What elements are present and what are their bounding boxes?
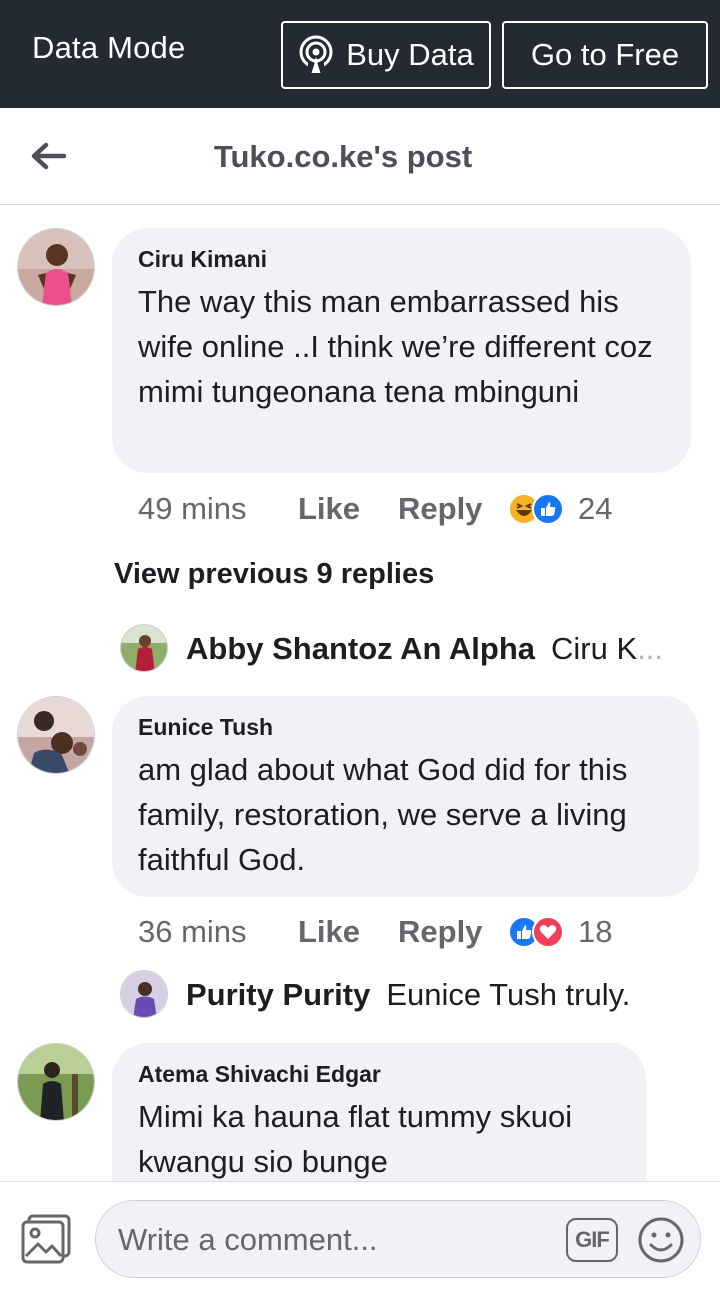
gif-button[interactable]: GIF bbox=[566, 1218, 618, 1262]
reaction-summary[interactable] bbox=[508, 493, 564, 525]
emoji-button[interactable] bbox=[636, 1215, 686, 1265]
photo-icon bbox=[21, 1214, 71, 1264]
comment-author[interactable]: Eunice Tush bbox=[138, 714, 673, 741]
reply-row: Abby Shantoz An Alpha Ciru K... bbox=[186, 624, 663, 674]
reply-author[interactable]: Purity Purity bbox=[186, 977, 370, 1013]
reply-text[interactable]: Eunice Tush truly. bbox=[386, 977, 630, 1013]
comment-input[interactable]: Write a comment... GIF bbox=[95, 1200, 701, 1278]
post-header: Tuko.co.ke's post bbox=[0, 108, 720, 205]
avatar[interactable] bbox=[17, 696, 95, 774]
emoji-icon bbox=[638, 1217, 684, 1263]
comment-actions: 36 mins Like Reply 18 bbox=[138, 912, 612, 952]
reaction-count[interactable]: 24 bbox=[578, 491, 612, 527]
reaction-summary[interactable] bbox=[508, 916, 564, 948]
reply-button[interactable]: Reply bbox=[398, 914, 508, 950]
data-mode-label: Data Mode bbox=[32, 30, 186, 65]
broadcast-icon bbox=[299, 35, 333, 75]
reply-button[interactable]: Reply bbox=[398, 491, 508, 527]
comment-actions: 49 mins Like Reply 24 bbox=[138, 489, 612, 529]
comment-input-placeholder: Write a comment... bbox=[118, 1222, 378, 1257]
view-previous-replies-link[interactable]: View previous 9 replies bbox=[114, 558, 434, 591]
page-title: Tuko.co.ke's post bbox=[213, 139, 473, 174]
love-reaction-icon bbox=[532, 916, 564, 948]
go-to-free-label: Go to Free bbox=[530, 37, 680, 72]
comment-bubble: Eunice Tush am glad about what God did f… bbox=[112, 696, 699, 897]
comment-author[interactable]: Atema Shivachi Edgar bbox=[138, 1061, 620, 1088]
like-button[interactable]: Like bbox=[298, 491, 398, 527]
photo-button[interactable] bbox=[20, 1214, 74, 1264]
reaction-count[interactable]: 18 bbox=[578, 914, 612, 950]
data-mode-bar: Data Mode Buy Data Go to Free bbox=[0, 0, 720, 108]
avatar[interactable] bbox=[120, 970, 168, 1018]
buy-data-button[interactable]: Buy Data bbox=[281, 21, 491, 89]
like-button[interactable]: Like bbox=[298, 914, 398, 950]
reply-text-ellipsis: ... bbox=[637, 631, 664, 666]
avatar[interactable] bbox=[17, 228, 95, 306]
go-to-free-button[interactable]: Go to Free bbox=[502, 21, 708, 89]
comment-text: Mimi ka hauna flat tummy skuoi kwangu si… bbox=[138, 1099, 573, 1179]
comment-time[interactable]: 49 mins bbox=[138, 491, 298, 527]
avatar[interactable] bbox=[17, 1043, 95, 1121]
comment-bubble: Ciru Kimani The way this man embarrassed… bbox=[112, 228, 691, 473]
reply-row: Purity Purity Eunice Tush truly. bbox=[186, 970, 630, 1020]
like-reaction-icon bbox=[532, 493, 564, 525]
buy-data-label: Buy Data bbox=[346, 37, 474, 72]
reply-author[interactable]: Abby Shantoz An Alpha bbox=[186, 631, 535, 667]
comment-text: am glad about what God did for this fami… bbox=[138, 752, 628, 877]
comment-composer: Write a comment... GIF bbox=[0, 1181, 720, 1291]
reply-text-value: Ciru K bbox=[551, 631, 638, 666]
avatar[interactable] bbox=[120, 624, 168, 672]
reply-text[interactable]: Ciru K... bbox=[551, 631, 663, 667]
comment-author[interactable]: Ciru Kimani bbox=[138, 246, 665, 273]
comment-time[interactable]: 36 mins bbox=[138, 914, 298, 950]
comment-text: The way this man embarrassed his wife on… bbox=[138, 284, 653, 409]
